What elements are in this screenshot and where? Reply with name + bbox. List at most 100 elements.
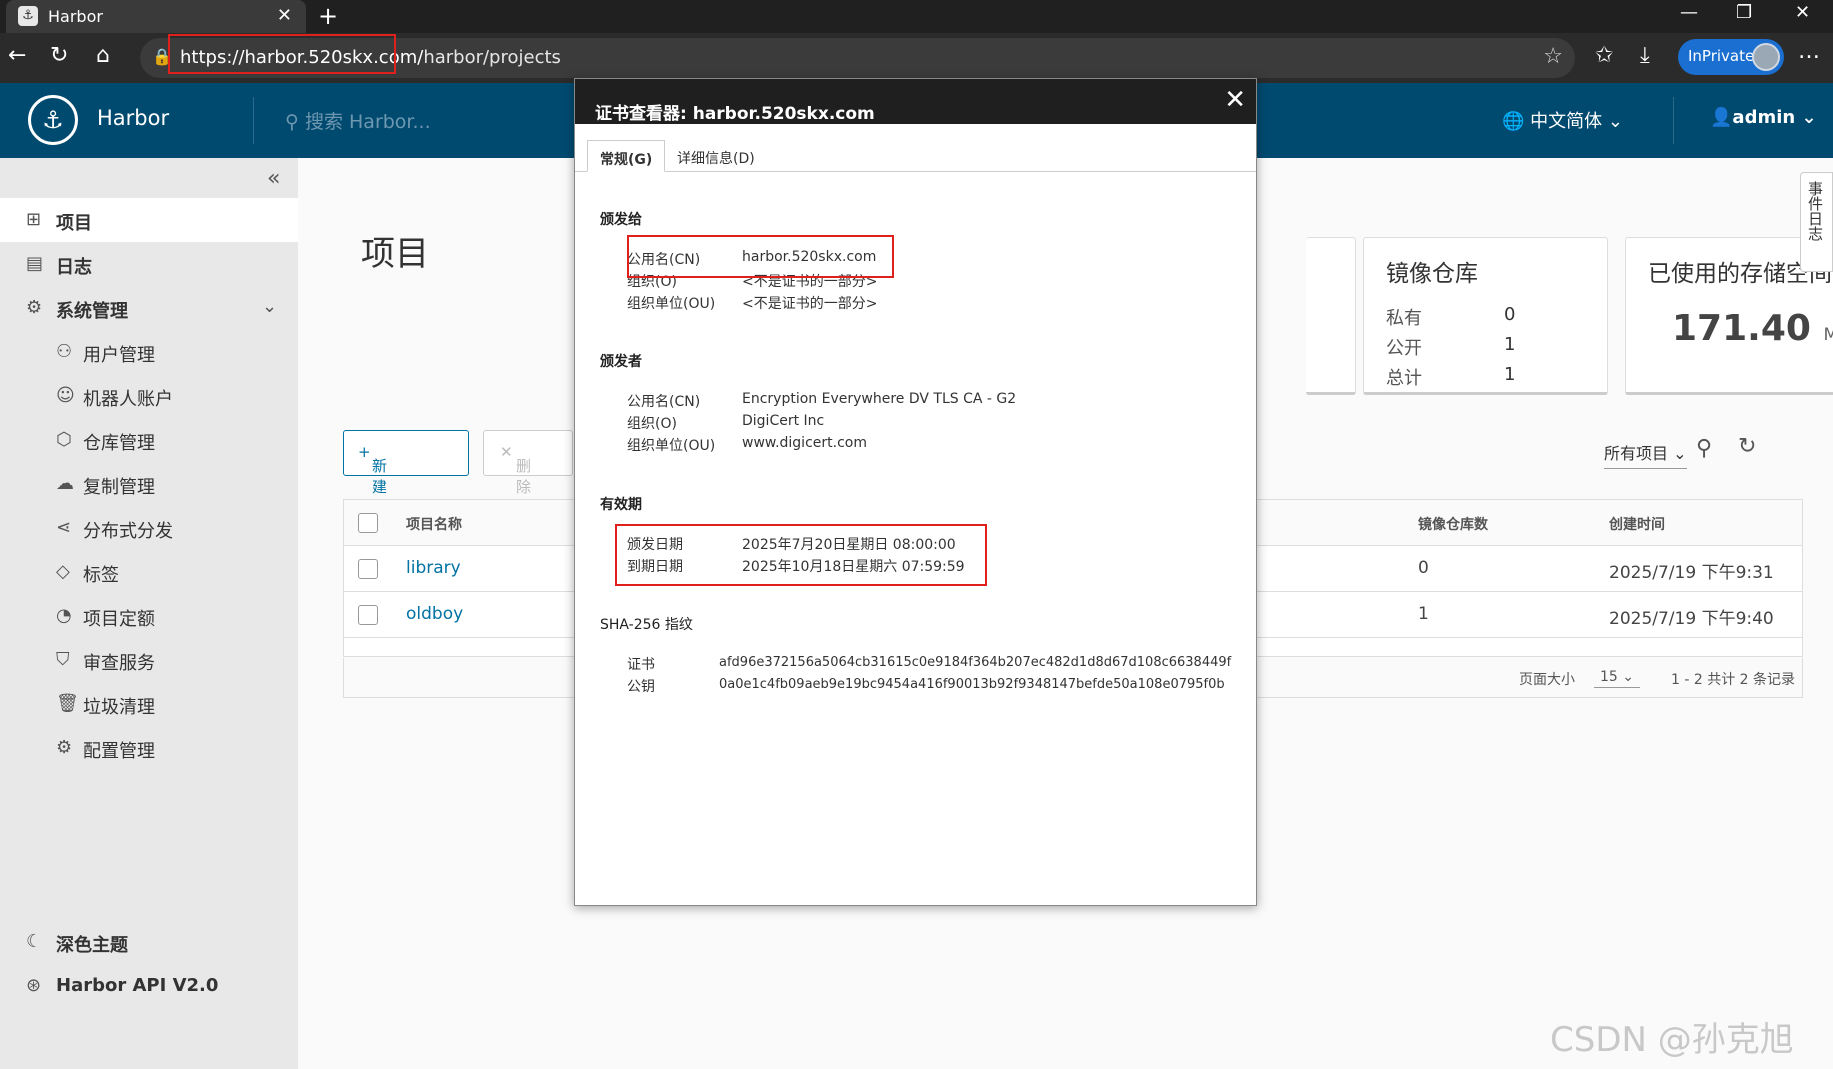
total-label: 总计 bbox=[1386, 368, 1422, 389]
logs-icon: ▤ bbox=[26, 253, 44, 274]
api-icon: ⊛ bbox=[26, 975, 42, 996]
watermark: CSDN @孙克旭 bbox=[1550, 1020, 1794, 1060]
sidebar-item-users[interactable]: ⚇ 用户管理 bbox=[0, 330, 298, 374]
more-icon[interactable]: … bbox=[1798, 39, 1820, 64]
private-value: 0 bbox=[1504, 304, 1516, 325]
sidebar-item-quotas[interactable]: ◔ 项目定额 bbox=[0, 594, 298, 638]
validity-highlight-box bbox=[615, 524, 987, 586]
summary-card-partial bbox=[1306, 237, 1356, 395]
sidebar: « ⊞ 项目 ▤ 日志 ⚙ 系统管理 ⌄ ⚇ 用户管理 ☺ 机器人账户 ⬡ 仓库管理 … bbox=[0, 158, 298, 1069]
sidebar-item-replications[interactable]: ☁ 复制管理 bbox=[0, 462, 298, 506]
sidebar-item-logs[interactable]: ▤ 日志 bbox=[0, 242, 298, 286]
brand-name[interactable]: Harbor bbox=[97, 106, 169, 130]
browser-tab[interactable]: ⚓ Harbor ✕ bbox=[6, 0, 306, 33]
harbor-logo-icon[interactable]: ⚓ bbox=[28, 95, 78, 145]
reload-icon[interactable]: ↻ bbox=[50, 43, 68, 68]
new-tab-icon[interactable]: + bbox=[318, 2, 338, 30]
public-value: 1 bbox=[1504, 334, 1516, 355]
public-label: 公开 bbox=[1386, 338, 1422, 359]
column-repo-count[interactable]: 镜像仓库数 bbox=[1418, 514, 1488, 534]
harbor-favicon-icon: ⚓ bbox=[18, 6, 38, 26]
row-checkbox[interactable] bbox=[358, 605, 378, 625]
validity-heading: 有效期 bbox=[600, 497, 642, 513]
dialog-title: 证书查看器: harbor.520skx.com bbox=[595, 104, 875, 124]
created-time: 2025/7/19 下午9:40 bbox=[1609, 609, 1774, 629]
cert-fingerprint-value: afd96e372156a5064cb31615c0e9184f364b207e… bbox=[719, 655, 1232, 670]
minimize-icon[interactable]: — bbox=[1680, 2, 1698, 23]
project-link[interactable]: library bbox=[406, 558, 461, 578]
header-divider bbox=[1673, 97, 1674, 144]
column-name[interactable]: 项目名称 bbox=[406, 514, 462, 534]
user-menu[interactable]: 👤admin ⌄ bbox=[1710, 107, 1817, 128]
back-icon[interactable]: ← bbox=[8, 43, 26, 68]
page-size-select[interactable]: 15 ⌄ bbox=[1594, 669, 1641, 688]
key-fingerprint-value: 0a0e1c4fb09aeb9e19bc9454a416f90013b92f93… bbox=[719, 677, 1225, 692]
private-label: 私有 bbox=[1386, 308, 1422, 329]
page-size-label: 页面大小 bbox=[1519, 672, 1575, 688]
sidebar-item-gc[interactable]: 🗑 垃圾清理 bbox=[0, 682, 298, 726]
cert-fingerprint-label: 证书 bbox=[627, 657, 655, 673]
sidebar-item-projects[interactable]: ⊞ 项目 bbox=[0, 198, 298, 242]
home-icon[interactable]: ⌂ bbox=[96, 43, 110, 68]
key-fingerprint-label: 公钥 bbox=[627, 679, 655, 695]
storage-value: 171.40 MiB bbox=[1672, 308, 1833, 349]
sidebar-item-administration[interactable]: ⚙ 系统管理 ⌄ bbox=[0, 286, 298, 330]
tab-details[interactable]: 详细信息(D) bbox=[665, 140, 767, 172]
new-project-button[interactable]: + 新建项目 bbox=[343, 430, 469, 538]
select-all-checkbox[interactable] bbox=[358, 513, 378, 533]
api-link[interactable]: ⊛ Harbor API V2.0 bbox=[0, 964, 298, 1008]
issuer-o-label: 组织(O) bbox=[627, 416, 677, 432]
issuer-o-value: DigiCert Inc bbox=[742, 413, 825, 429]
favorites-icon[interactable]: ✩ bbox=[1595, 43, 1613, 68]
issued-by-heading: 颁发者 bbox=[600, 354, 642, 370]
shield-icon: ⛉ bbox=[56, 649, 70, 670]
project-filter-select[interactable]: 所有项目 ⌄ bbox=[1604, 440, 1687, 469]
tab-general[interactable]: 常规(G) bbox=[587, 140, 666, 172]
column-created[interactable]: 创建时间 bbox=[1609, 514, 1665, 534]
robot-icon: ☺ bbox=[56, 385, 75, 406]
profile-avatar bbox=[1752, 43, 1780, 71]
card-title: 镜像仓库 bbox=[1386, 261, 1478, 287]
page-title: 项目 bbox=[361, 234, 429, 274]
tab-title: Harbor bbox=[48, 7, 103, 26]
gear-icon: ⚙ bbox=[56, 737, 73, 758]
close-tab-icon[interactable]: ✕ bbox=[277, 5, 292, 26]
issuer-ou-value: www.digicert.com bbox=[742, 435, 867, 451]
sidebar-item-distributions[interactable]: ⋖ 分布式分发 bbox=[0, 506, 298, 550]
moon-icon: ☾ bbox=[26, 931, 43, 952]
sidebar-item-robot-accounts[interactable]: ☺ 机器人账户 bbox=[0, 374, 298, 418]
collapse-sidebar-icon[interactable]: « bbox=[267, 166, 280, 191]
url-highlight-box bbox=[168, 34, 396, 74]
language-selector[interactable]: 🌐 中文简体 ⌄ bbox=[1502, 107, 1623, 133]
dark-theme-toggle[interactable]: ☾ 深色主题 bbox=[0, 920, 298, 964]
browser-tab-bar: ⚓ Harbor ✕ + — ❐ ✕ bbox=[0, 0, 1833, 33]
row-checkbox[interactable] bbox=[358, 559, 378, 579]
close-window-icon[interactable]: ✕ bbox=[1795, 2, 1810, 23]
issuer-ou-label: 组织单位(OU) bbox=[627, 438, 716, 454]
project-link[interactable]: oldboy bbox=[406, 604, 463, 624]
global-search[interactable]: ⚲ 搜索 Harbor... bbox=[285, 107, 431, 134]
tag-icon: ◇ bbox=[56, 561, 70, 582]
refresh-icon[interactable]: ↻ bbox=[1738, 434, 1756, 459]
sidebar-item-labels[interactable]: ◇ 标签 bbox=[0, 550, 298, 594]
search-icon[interactable]: ⚲ bbox=[1696, 436, 1712, 461]
sidebar-item-registries[interactable]: ⬡ 仓库管理 bbox=[0, 418, 298, 462]
download-icon[interactable]: ⤓ bbox=[1640, 43, 1650, 68]
delete-button[interactable]: ✕ 删除 bbox=[483, 430, 573, 496]
inprivate-badge[interactable]: InPrivate bbox=[1678, 39, 1784, 75]
restore-icon[interactable]: ❐ bbox=[1736, 2, 1752, 23]
cloud-icon: ☁ bbox=[56, 473, 74, 494]
sidebar-item-configuration[interactable]: ⚙ 配置管理 bbox=[0, 726, 298, 770]
close-icon[interactable]: ✕ bbox=[1224, 85, 1246, 115]
favorite-star-icon[interactable]: ☆ bbox=[1543, 44, 1563, 69]
repo-count: 0 bbox=[1418, 558, 1429, 578]
issuer-cn-value: Encryption Everywhere DV TLS CA - G2 bbox=[742, 391, 1017, 407]
quota-icon: ◔ bbox=[56, 605, 72, 626]
users-icon: ⚇ bbox=[56, 341, 73, 362]
event-log-tab[interactable]: 事件日志 bbox=[1800, 172, 1833, 272]
cn-highlight-box bbox=[627, 235, 894, 278]
dialog-titlebar: 证书查看器: harbor.520skx.com ✕ bbox=[575, 79, 1256, 124]
chevron-down-icon: ⌄ bbox=[262, 296, 278, 317]
sidebar-item-interrogation[interactable]: ⛉ 审查服务 bbox=[0, 638, 298, 682]
issued-to-heading: 颁发给 bbox=[600, 212, 642, 228]
